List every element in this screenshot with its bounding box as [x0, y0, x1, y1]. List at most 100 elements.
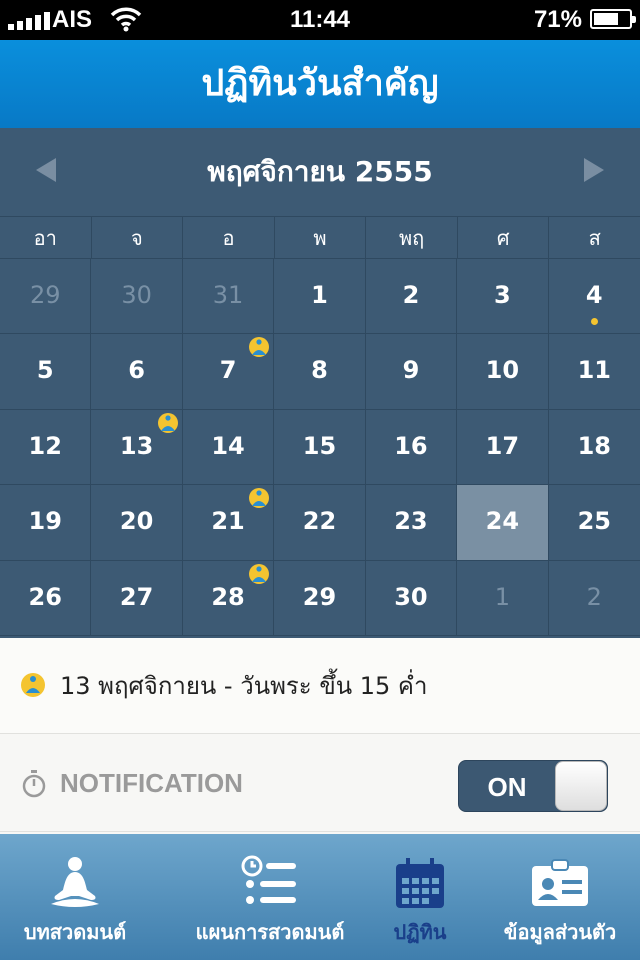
calendar-day[interactable]: 10: [457, 334, 549, 410]
weekday-label: พ: [275, 217, 367, 258]
calendar-day[interactable]: 27: [91, 560, 183, 636]
calendar-day[interactable]: 4: [548, 259, 640, 335]
day-number: 5: [36, 356, 54, 385]
day-number: 20: [119, 507, 154, 536]
day-number: 31: [212, 281, 244, 309]
calendar-day[interactable]: 29: [0, 259, 92, 335]
calendar-day[interactable]: 13: [91, 409, 183, 486]
calendar-day[interactable]: 16: [365, 409, 458, 486]
day-number: 12: [28, 431, 62, 460]
monk-icon: [21, 673, 45, 697]
day-number: 23: [394, 507, 428, 536]
day-number: 11: [577, 356, 611, 385]
meditation-icon: [51, 857, 99, 907]
status-bar: AIS 11:44 71%: [0, 0, 640, 40]
weekday-label: พฤ: [366, 217, 458, 258]
calendar-day[interactable]: 29: [274, 560, 366, 636]
day-number: 28: [211, 582, 245, 611]
calendar-day[interactable]: 9: [365, 334, 458, 410]
calendar-day[interactable]: 12: [0, 409, 92, 486]
calendar-day[interactable]: 2: [365, 259, 458, 335]
calendar-day[interactable]: 1: [457, 560, 549, 636]
calendar-day[interactable]: 21: [182, 485, 275, 561]
battery-icon: [590, 9, 636, 29]
calendar-day[interactable]: 15: [274, 409, 366, 486]
weekday-label: จ: [92, 217, 184, 258]
calendar-day[interactable]: 20: [91, 485, 183, 561]
weekday-label: ศ: [458, 217, 550, 258]
tab-plan[interactable]: แผนการสวดมนต์: [170, 834, 370, 960]
calendar-day[interactable]: 28: [182, 560, 275, 636]
event-detail: 13 พฤศจิกายน - วันพระ ขึ้น 15 ค่ำ: [0, 638, 640, 734]
day-number: 29: [29, 281, 61, 309]
day-number: 6: [128, 356, 145, 385]
calendar-day[interactable]: 7: [182, 334, 275, 410]
calendar-day[interactable]: 6: [91, 334, 183, 410]
tab-profile[interactable]: ข้อมูลส่วนตัว: [480, 834, 640, 960]
weekday-label: อ: [183, 217, 275, 258]
calendar-day[interactable]: 19: [0, 485, 92, 561]
calendar-day[interactable]: 31: [182, 259, 275, 335]
day-number: 4: [585, 281, 603, 309]
next-month-arrow-icon[interactable]: [584, 158, 604, 182]
tab-label: ข้อมูลส่วนตัว: [503, 920, 617, 944]
day-number: 8: [311, 356, 328, 385]
weekday-label: ส: [588, 226, 601, 250]
month-title: พฤศจิกายน 2555: [207, 155, 433, 188]
day-number: 7: [219, 356, 237, 385]
day-number: 1: [494, 582, 510, 611]
day-number: 1: [311, 281, 328, 309]
day-number: 3: [494, 281, 511, 309]
profile-card-icon: [532, 859, 588, 906]
calendar-day[interactable]: 8: [274, 334, 366, 410]
day-number: 10: [485, 356, 520, 385]
tab-label: บทสวดมนต์: [23, 920, 127, 944]
calendar-day[interactable]: 30: [91, 259, 183, 335]
title-bar: ปฏิทินวันสำคัญ: [0, 40, 640, 128]
monk-icon: [249, 488, 270, 509]
day-number: 2: [586, 582, 602, 611]
tab-bar: บทสวดมนต์ แผนการสวดมนต์ ปฏิทิน ข้อมูลส่ว…: [0, 834, 640, 960]
calendar-day[interactable]: 11: [548, 334, 640, 410]
notification-label: NOTIFICATION: [60, 768, 243, 798]
notification-toggle[interactable]: ON: [458, 760, 608, 812]
tab-prayers[interactable]: บทสวดมนต์: [0, 834, 150, 960]
calendar-day[interactable]: 17: [457, 409, 549, 486]
calendar-day[interactable]: 26: [0, 560, 92, 636]
stopwatch-icon: [22, 770, 46, 798]
day-number: 18: [577, 431, 611, 460]
weekday-label: อา: [0, 217, 92, 258]
tab-label: ปฏิทิน: [393, 920, 447, 944]
calendar-day[interactable]: 14: [182, 409, 275, 486]
day-number: 29: [302, 582, 337, 611]
page-title: ปฏิทินวันสำคัญ: [201, 63, 439, 104]
day-number: 13: [119, 431, 154, 460]
calendar-day[interactable]: 23: [365, 485, 458, 561]
calendar-day[interactable]: 2: [548, 561, 640, 636]
day-number: 16: [394, 431, 428, 460]
monk-icon: [157, 412, 178, 433]
day-number: 25: [577, 507, 611, 536]
calendar-day[interactable]: 1: [274, 259, 366, 335]
day-number: 14: [211, 431, 245, 460]
day-number: 27: [119, 582, 154, 611]
calendar-day[interactable]: 3: [457, 259, 549, 335]
day-number: 19: [28, 507, 62, 536]
calendar-day[interactable]: 18: [548, 410, 640, 486]
notification-row: NOTIFICATION ON: [0, 734, 640, 832]
calendar-day-today[interactable]: 24: [457, 485, 549, 561]
calendar-day[interactable]: 30: [365, 560, 458, 636]
day-number: 2: [402, 281, 420, 309]
toggle-knob[interactable]: [555, 761, 607, 811]
calendar: พฤศจิกายน 2555 อาจอพพฤศส 29 30 31 1 2 3 4 5 6 7 8 9…: [0, 128, 640, 638]
calendar-icon: [396, 858, 444, 908]
calendar-day[interactable]: 5: [0, 334, 92, 410]
month-header: พฤศจิกายน 2555: [0, 128, 640, 216]
calendar-grid: 29 30 31 1 2 3 4 5 6 7 8 9 10 11 12 13 14 15 16 17 18 19 20 21 2…: [0, 258, 640, 636]
day-number: 30: [394, 582, 428, 611]
day-number: 26: [28, 582, 62, 611]
tab-calendar[interactable]: ปฏิทิน: [370, 834, 470, 960]
day-number: 24: [485, 507, 520, 536]
calendar-day[interactable]: 25: [548, 485, 640, 561]
calendar-day[interactable]: 22: [274, 485, 366, 561]
